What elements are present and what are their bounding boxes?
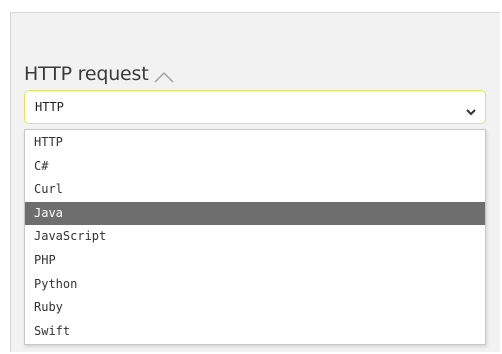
dropdown-option-java[interactable]: Java [25,201,485,226]
language-select-value: HTTP [35,100,64,114]
language-dropdown-list[interactable]: HTTP C# Curl Java JavaScript PHP Python … [24,129,486,345]
dropdown-option-curl[interactable]: Curl [25,178,485,202]
section-header[interactable]: HTTP request [24,59,175,89]
dropdown-option-http[interactable]: HTTP [25,131,485,155]
language-select[interactable]: HTTP [24,90,486,124]
dropdown-option-swift[interactable]: Swift [25,320,485,344]
chevron-down-icon [465,102,477,116]
dropdown-option-javascript[interactable]: JavaScript [25,225,485,249]
dropdown-option-php[interactable]: PHP [25,249,485,273]
section-title: HTTP request [24,63,149,85]
dropdown-option-ruby[interactable]: Ruby [25,296,485,320]
dropdown-option-csharp[interactable]: C# [25,155,485,179]
dropdown-option-python[interactable]: Python [25,273,485,297]
chevron-up-icon[interactable] [153,69,175,83]
